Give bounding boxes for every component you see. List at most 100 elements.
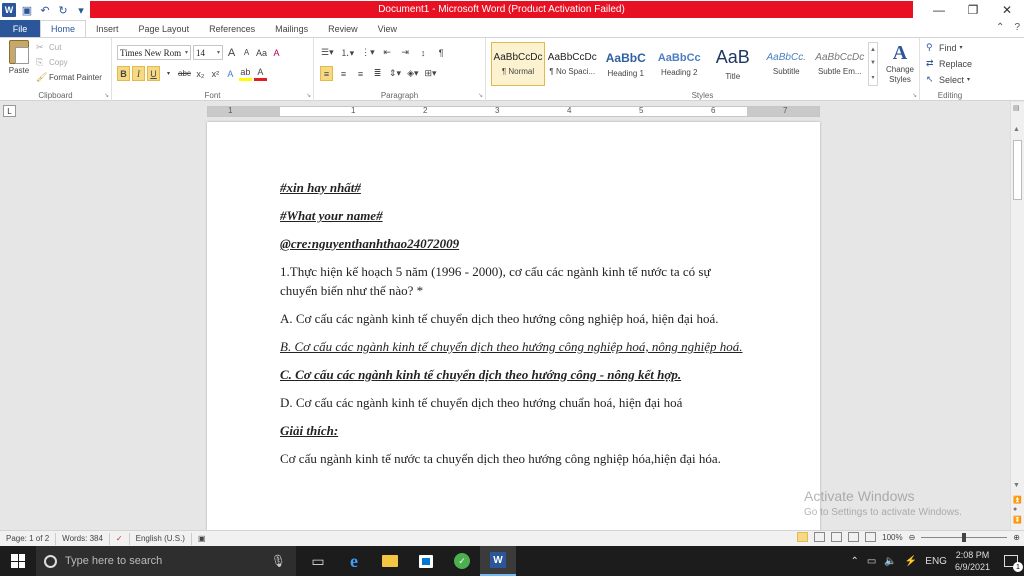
microphone-icon[interactable]: 🎙 [271,554,286,568]
italic-button[interactable]: I [132,66,145,81]
browse-object-icon[interactable]: ● [1013,506,1017,513]
align-center-icon[interactable]: ≡ [337,66,350,81]
style-title[interactable]: AaB Title [707,42,760,86]
align-right-icon[interactable]: ≡ [354,66,367,81]
select-button[interactable]: ↖ Select ▾ [926,74,972,85]
shading-icon[interactable]: ◈▾ [406,66,419,81]
ruler-view-icon[interactable]: ▤ [1013,104,1020,112]
save-icon[interactable]: ▣ [20,3,34,17]
change-styles-button[interactable]: A Change Styles [882,42,918,85]
sort-icon[interactable]: ↕ [417,45,430,60]
proofing-icon[interactable]: ✓ [110,532,130,545]
scroll-up-icon[interactable]: ▲ [1013,126,1020,133]
strikethrough-button[interactable]: abc [177,66,192,81]
scroll-up-icon[interactable]: ▲ [870,47,876,53]
text-effects-button[interactable]: A [224,66,237,81]
font-color-button[interactable]: A [253,66,267,81]
show-hidden-icons-icon[interactable]: ⌃ [851,556,859,567]
tab-insert[interactable]: Insert [86,20,129,37]
scrollbar-thumb[interactable] [1013,140,1022,200]
vertical-scrollbar[interactable]: ▤ ▲ ▼ ⏫ ● ⏬ [1010,102,1024,530]
multilevel-list-icon[interactable]: ⋮▾ [360,45,376,60]
copy-button[interactable]: ⎘ Copy [36,57,102,68]
word-taskbar-icon[interactable]: W [480,546,516,576]
macro-icon[interactable]: ▣ [192,533,212,545]
restore-button[interactable]: ❐ [956,0,990,20]
bold-button[interactable]: B [117,66,130,81]
numbering-icon[interactable]: ⒈▾ [340,45,356,60]
minimize-button[interactable]: — [922,0,956,20]
clear-formatting-button[interactable]: A [270,45,283,60]
prev-page-icon[interactable]: ⏫ [1013,496,1022,504]
borders-icon[interactable]: ⊞▾ [424,66,438,81]
style-heading-1[interactable]: AaBbC Heading 1 [600,42,653,86]
style-subtle-emphasis[interactable]: AaBbCcDc Subtle Em... [814,42,867,86]
page-count[interactable]: Page: 1 of 2 [0,532,57,545]
tab-view[interactable]: View [368,20,407,37]
decrease-indent-icon[interactable]: ⇤ [381,45,394,60]
tab-mailings[interactable]: Mailings [265,20,318,37]
tab-page-layout[interactable]: Page Layout [129,20,200,37]
horizontal-ruler[interactable]: 1 1 2 3 4 5 6 7 [207,106,820,117]
clock[interactable]: 2:08 PM 6/9/2021 [955,549,990,573]
style-subtitle[interactable]: AaBbCc. Subtitle [760,42,813,86]
align-left-icon[interactable]: ≡ [320,66,333,81]
web-layout-view-icon[interactable] [831,532,843,542]
edge-browser-icon[interactable]: e [336,546,372,576]
superscript-button[interactable]: x² [209,66,222,81]
language-indicator-taskbar[interactable]: ENG [925,556,947,567]
bullets-icon[interactable]: ☰▾ [320,45,335,60]
customize-qat-icon[interactable]: ▾ [74,3,88,17]
word-count[interactable]: Words: 384 [56,532,110,545]
zoom-level[interactable]: 100% [882,533,902,542]
close-button[interactable]: ✕ [990,0,1024,20]
power-icon[interactable]: ⚡ [905,556,917,567]
shrink-font-button[interactable]: A [240,45,253,60]
subscript-button[interactable]: x₂ [194,66,207,81]
zoom-out-icon[interactable]: ⊖ [909,533,916,542]
more-styles-icon[interactable]: ▾ [871,74,874,81]
cut-button[interactable]: ✂ Cut [36,42,102,53]
change-case-button[interactable]: Aa [255,45,268,60]
scroll-down-icon[interactable]: ▼ [870,60,876,66]
redo-icon[interactable]: ↻ [56,3,70,17]
document-page[interactable]: #xin hay nhất# #What your name# @cre:ngu… [207,122,820,530]
font-size-select[interactable]: 14 ▾ [193,45,223,60]
style-normal[interactable]: AaBbCcDc ¶ Normal [491,42,545,86]
task-view-icon[interactable]: ▭ [300,546,336,576]
format-painter-button[interactable]: 🖌 Format Painter [36,72,102,83]
font-launcher-icon[interactable]: ↘ [306,92,311,99]
clipboard-launcher-icon[interactable]: ↘ [104,92,109,99]
print-layout-view-icon[interactable] [797,532,809,542]
style-heading-2[interactable]: AaBbCc Heading 2 [653,42,706,86]
underline-button[interactable]: U [147,66,160,81]
highlight-button[interactable]: ab [238,66,252,81]
tab-review[interactable]: Review [318,20,368,37]
outline-view-icon[interactable] [848,532,860,542]
zoom-slider[interactable] [921,532,1008,542]
full-screen-view-icon[interactable] [814,532,826,542]
tab-file[interactable]: File [0,20,40,37]
style-no-spacing[interactable]: AaBbCcDc ¶ No Spaci... [546,42,599,86]
underline-dropdown-icon[interactable]: ▾ [162,66,175,81]
notification-icon[interactable]: 1 [1004,555,1023,572]
document-body[interactable]: #xin hay nhất# #What your name# @cre:ngu… [280,178,750,477]
next-page-icon[interactable]: ⏬ [1013,516,1022,524]
scroll-down-icon[interactable]: ▼ [1013,482,1020,489]
find-button[interactable]: ⚲ Find ▾ [926,42,972,53]
paragraph-launcher-icon[interactable]: ↘ [478,92,483,99]
tab-references[interactable]: References [199,20,265,37]
tab-selector[interactable]: L [3,105,16,117]
language-indicator[interactable]: English (U.S.) [130,532,192,545]
taskbar-search[interactable]: Type here to search 🎙 [36,546,296,576]
justify-icon[interactable]: ≣ [371,66,384,81]
help-icon[interactable]: ? [1014,22,1020,33]
styles-gallery-scroll[interactable]: ▲ ▼ ▾ [868,42,878,86]
volume-icon[interactable]: 🔈 [884,556,896,567]
minimize-ribbon-icon[interactable]: ⌃ [996,22,1004,33]
word-app-icon[interactable]: W [2,3,16,17]
store-icon[interactable] [408,546,444,576]
file-explorer-icon[interactable] [372,546,408,576]
styles-launcher-icon[interactable]: ↘ [912,92,917,99]
tab-home[interactable]: Home [40,20,87,37]
